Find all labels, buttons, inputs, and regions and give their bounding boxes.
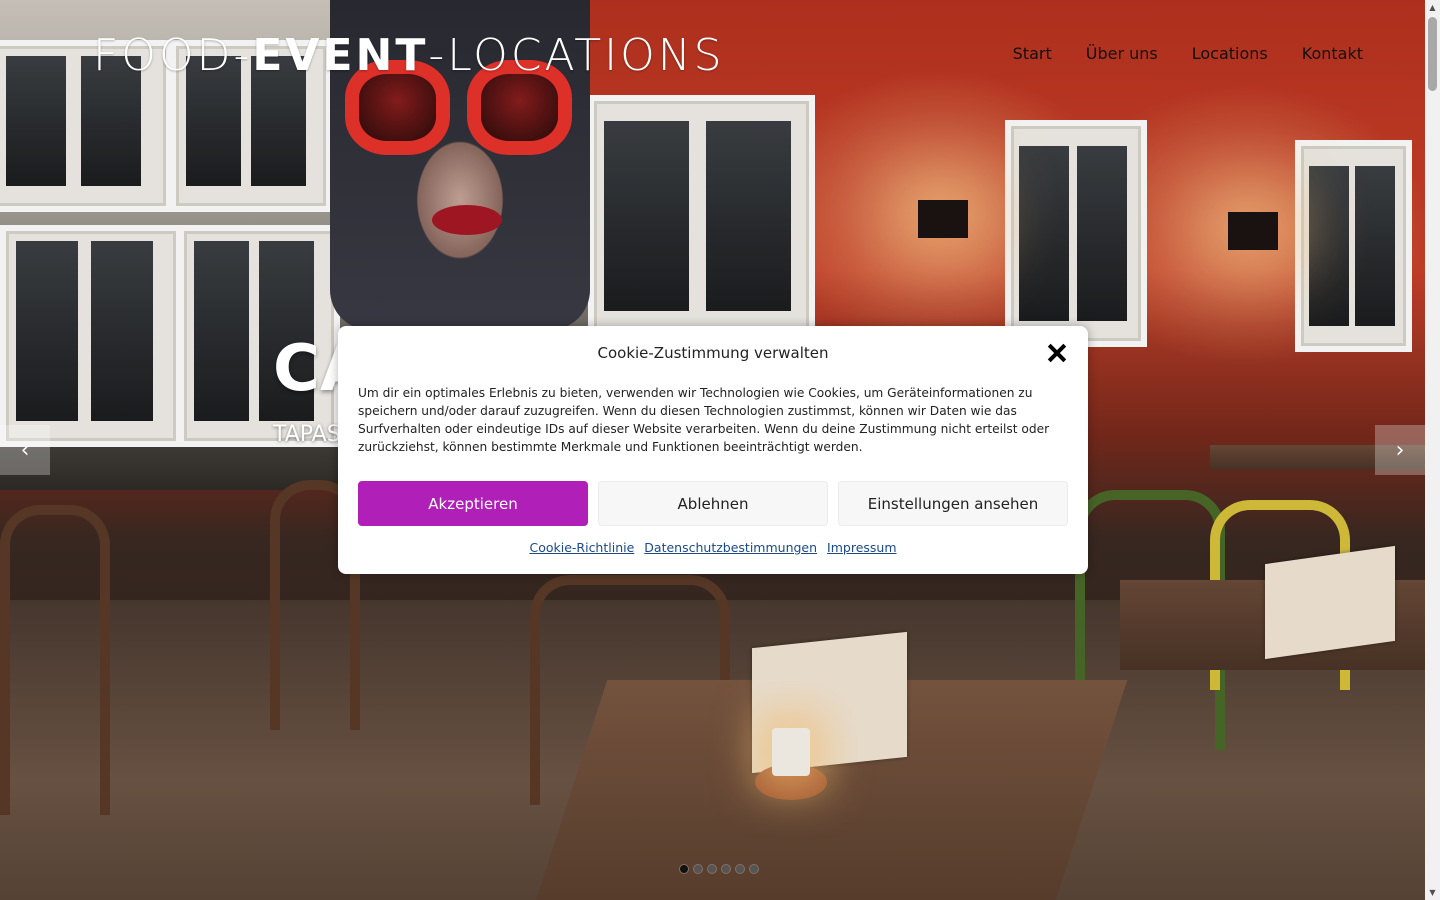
scroll-down-icon[interactable]: ▼ <box>1425 885 1440 900</box>
nav-start[interactable]: Start <box>1013 44 1052 63</box>
accept-button[interactable]: Akzeptieren <box>358 481 588 526</box>
slider-next-button[interactable]: › <box>1375 425 1425 475</box>
slider-prev-button[interactable]: ‹ <box>0 425 50 475</box>
slider-dot-5[interactable] <box>736 865 744 873</box>
page-scrollbar[interactable]: ▲ ▼ <box>1425 0 1440 900</box>
nav-kontakt[interactable]: Kontakt <box>1302 44 1363 63</box>
slider-dot-3[interactable] <box>708 865 716 873</box>
slider-pagination <box>680 865 758 873</box>
close-icon[interactable] <box>1046 342 1068 364</box>
slider-dot-2[interactable] <box>694 865 702 873</box>
cookie-dialog-text: Um dir ein optimales Erlebnis zu bieten,… <box>358 386 1050 454</box>
chevron-left-icon: ‹ <box>20 437 30 463</box>
nav-locations[interactable]: Locations <box>1192 44 1268 63</box>
view-settings-button[interactable]: Einstellungen ansehen <box>838 481 1068 526</box>
slider-dot-1[interactable] <box>680 865 688 873</box>
chevron-right-icon: › <box>1395 437 1405 463</box>
cookie-dialog-title: Cookie-Zustimmung verwalten <box>597 344 829 362</box>
slider-dot-4[interactable] <box>722 865 730 873</box>
deny-button[interactable]: Ablehnen <box>598 481 828 526</box>
slide-subtitle: TAPAS <box>273 422 341 447</box>
slider-dot-6[interactable] <box>750 865 758 873</box>
privacy-policy-link[interactable]: Datenschutzbestimmungen <box>644 540 817 555</box>
scrollbar-thumb[interactable] <box>1428 17 1437 91</box>
imprint-link[interactable]: Impressum <box>827 540 896 555</box>
cookie-policy-link[interactable]: Cookie-Richtlinie <box>529 540 634 555</box>
cookie-consent-dialog: Cookie-Zustimmung verwalten Um dir ein o… <box>338 326 1088 574</box>
scroll-up-icon[interactable]: ▲ <box>1425 0 1440 15</box>
site-logo[interactable]: FOOD-EVENT-LOCATIONS <box>93 30 725 81</box>
nav-ueber-uns[interactable]: Über uns <box>1086 44 1158 63</box>
main-nav: Start Über uns Locations Kontakt <box>1013 44 1363 63</box>
